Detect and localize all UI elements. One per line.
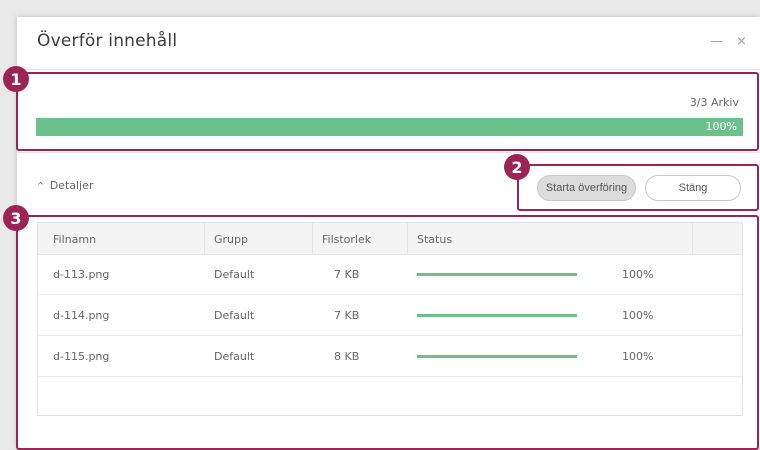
callout-badge-1: 1 bbox=[3, 66, 29, 92]
chevron-up-icon: ^ bbox=[37, 181, 44, 190]
dialog-title: Överför innehåll bbox=[37, 31, 178, 51]
close-icon[interactable]: × bbox=[736, 34, 747, 49]
callout-badge-2: 2 bbox=[504, 154, 530, 180]
details-toggle[interactable]: ^ Detaljer bbox=[37, 179, 93, 192]
callout-box-2 bbox=[517, 164, 759, 211]
minimize-icon[interactable]: — bbox=[710, 34, 723, 49]
callout-badge-3: 3 bbox=[3, 205, 29, 231]
callout-box-1 bbox=[16, 72, 759, 151]
divider bbox=[17, 69, 760, 70]
divider bbox=[17, 152, 760, 153]
details-label: Detaljer bbox=[49, 179, 94, 192]
callout-box-3 bbox=[16, 215, 759, 450]
